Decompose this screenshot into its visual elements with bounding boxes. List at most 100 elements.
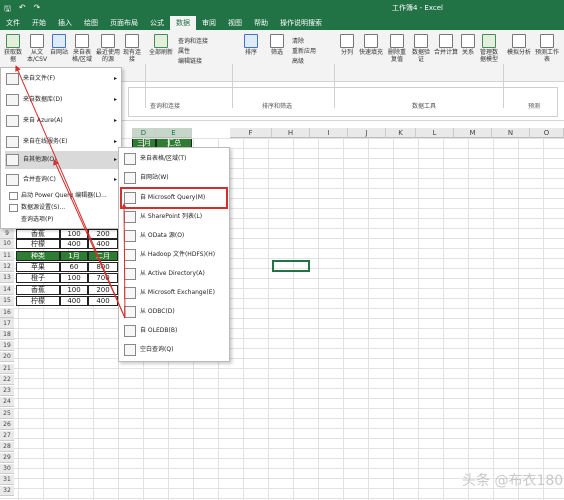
table-cell[interactable]: 400 xyxy=(88,296,118,306)
formula-input[interactable] xyxy=(128,87,558,117)
table-cell[interactable]: 800 xyxy=(88,262,118,272)
menu-item-from-azure[interactable]: 来自 Azure(A) ▸ xyxy=(5,112,121,130)
table-cell[interactable]: 60 xyxy=(60,262,88,272)
tab-home[interactable]: 开始 xyxy=(26,16,52,30)
properties-button[interactable]: 属性 xyxy=(178,46,190,55)
tab-page-layout[interactable]: 页面布局 xyxy=(104,16,144,30)
row-header[interactable]: 21 xyxy=(0,364,14,374)
table-cell[interactable]: 400 xyxy=(60,296,88,306)
table-cell[interactable]: 100 xyxy=(60,273,88,283)
table-cell[interactable]: 200 xyxy=(88,285,118,295)
row-header[interactable]: 25 xyxy=(0,409,14,419)
recent-sources-button[interactable]: 最近使用的源 xyxy=(96,34,120,63)
from-web-button[interactable]: 自网站 xyxy=(50,34,68,56)
filter-button[interactable]: 筛选 xyxy=(266,34,288,56)
column-header[interactable]: E xyxy=(156,128,192,138)
consolidate-button[interactable]: 合并计算 xyxy=(434,34,458,56)
table-cell[interactable]: 200 xyxy=(88,229,118,239)
table-cell[interactable]: 香蕉 xyxy=(16,229,60,239)
existing-connections-button[interactable]: 现有连接 xyxy=(122,34,142,63)
row-header[interactable]: 15 xyxy=(0,296,14,306)
column-header[interactable]: H xyxy=(272,128,310,138)
row-header[interactable]: 16 xyxy=(0,308,14,318)
menu-item-query-options[interactable]: 查询选项(P) xyxy=(9,215,53,225)
tell-me-search[interactable]: 操作说明搜索 xyxy=(274,16,328,30)
table-header-cell[interactable]: 种类 xyxy=(16,251,60,261)
row-header[interactable]: 11 xyxy=(0,251,14,261)
column-header[interactable]: L xyxy=(416,128,454,138)
tab-draw[interactable]: 绘图 xyxy=(78,16,104,30)
row-header[interactable]: 19 xyxy=(0,341,14,351)
advanced-button[interactable]: 高级 xyxy=(292,56,304,65)
reapply-button[interactable]: 重新应用 xyxy=(292,46,316,55)
column-header[interactable]: F xyxy=(230,128,272,138)
sort-button[interactable]: 排序 xyxy=(240,34,262,56)
remove-duplicates-button[interactable]: 删除重复值 xyxy=(386,34,408,63)
row-header[interactable]: 23 xyxy=(0,386,14,396)
undo-icon[interactable]: ↶ xyxy=(19,3,26,17)
menu-item-from-sharepoint[interactable]: 从 SharePoint 列表(L) xyxy=(122,208,228,226)
table-cell[interactable]: 橙子 xyxy=(16,273,60,283)
tab-data[interactable]: 数据 xyxy=(170,16,196,30)
data-validation-button[interactable]: 数据验证 xyxy=(410,34,432,63)
table-cell[interactable]: 400 xyxy=(60,239,88,249)
forecast-sheet-button[interactable]: 预测工作表 xyxy=(534,34,560,63)
menu-item-from-file[interactable]: 来自文件(F) ▸ xyxy=(5,70,121,88)
row-header[interactable]: 17 xyxy=(0,319,14,329)
flash-fill-button[interactable]: 快速填充 xyxy=(358,34,384,56)
menu-item-data-source-settings[interactable]: 数据源设置(S)... xyxy=(9,203,65,213)
table-cell[interactable]: 苹果 xyxy=(16,262,60,272)
row-header[interactable]: 22 xyxy=(0,375,14,385)
from-text-csv-button[interactable]: 从文本/CSV xyxy=(26,34,48,63)
tab-insert[interactable]: 插入 xyxy=(52,16,78,30)
table-cell[interactable]: 100 xyxy=(60,285,88,295)
text-to-columns-button[interactable]: 分列 xyxy=(338,34,356,56)
column-header[interactable]: I xyxy=(310,128,348,138)
column-header[interactable]: O xyxy=(530,128,564,138)
row-header[interactable]: 32 xyxy=(0,486,14,496)
tab-help[interactable]: 帮助 xyxy=(248,16,274,30)
row-header[interactable]: 12 xyxy=(0,262,14,272)
column-header[interactable]: N xyxy=(492,128,530,138)
row-header[interactable]: 29 xyxy=(0,453,14,463)
menu-item-from-other-sources[interactable]: 自其他源(O) ▸ xyxy=(5,151,121,169)
redo-icon[interactable]: ↷ xyxy=(34,3,41,17)
from-table-button[interactable]: 来自表格/区域 xyxy=(70,34,94,63)
what-if-analysis-button[interactable]: 模拟分析 xyxy=(506,34,532,56)
table-cell[interactable]: 香蕉 xyxy=(16,285,60,295)
menu-item-from-active-directory[interactable]: 从 Active Directory(A) xyxy=(122,265,228,283)
edit-links-button[interactable]: 编辑链接 xyxy=(178,56,202,65)
menu-item-from-table-range[interactable]: 来自表格/区域(T) xyxy=(122,150,228,168)
menu-item-from-odata[interactable]: 从 OData 源(O) xyxy=(122,227,228,245)
table-cell[interactable]: 柠檬 xyxy=(16,239,60,249)
row-header[interactable]: 31 xyxy=(0,475,14,485)
table-cell[interactable]: 400 xyxy=(88,239,118,249)
row-header[interactable]: 26 xyxy=(0,420,14,430)
menu-item-from-exchange[interactable]: 从 Microsoft Exchange(E) xyxy=(122,284,228,302)
menu-item-from-web[interactable]: 自网站(W) xyxy=(122,169,228,187)
table-cell[interactable]: 700 xyxy=(88,273,118,283)
row-header[interactable]: 24 xyxy=(0,397,14,407)
column-header[interactable]: K xyxy=(386,128,416,138)
refresh-all-button[interactable]: 全部刷新 xyxy=(148,34,174,56)
relationships-button[interactable]: 关系 xyxy=(460,34,476,56)
tab-file[interactable]: 文件 xyxy=(0,16,26,30)
save-icon[interactable]: 🖫 xyxy=(4,3,11,17)
tab-view[interactable]: 视图 xyxy=(222,16,248,30)
tab-formulas[interactable]: 公式 xyxy=(144,16,170,30)
row-header[interactable]: 27 xyxy=(0,431,14,441)
table-cell[interactable]: 柠檬 xyxy=(16,296,60,306)
manage-data-model-button[interactable]: 管理数据模型 xyxy=(478,34,500,63)
column-header[interactable]: J xyxy=(348,128,386,138)
active-cell-selection[interactable] xyxy=(272,260,310,272)
column-header[interactable]: D xyxy=(132,128,156,138)
queries-connections-button[interactable]: 查询和连接 xyxy=(178,36,208,45)
table-cell[interactable]: 100 xyxy=(60,229,88,239)
menu-item-from-oledb[interactable]: 自 OLEDB(B) xyxy=(122,322,228,340)
menu-item-from-hadoop[interactable]: 从 Hadoop 文件(HDFS)(H) xyxy=(122,246,228,264)
table-header-cell[interactable]: 1月 xyxy=(60,251,88,261)
row-header[interactable]: 30 xyxy=(0,464,14,474)
row-header[interactable]: 10 xyxy=(0,239,14,249)
row-header[interactable]: 28 xyxy=(0,442,14,452)
menu-item-from-odbc[interactable]: 从 ODBC(D) xyxy=(122,303,228,321)
